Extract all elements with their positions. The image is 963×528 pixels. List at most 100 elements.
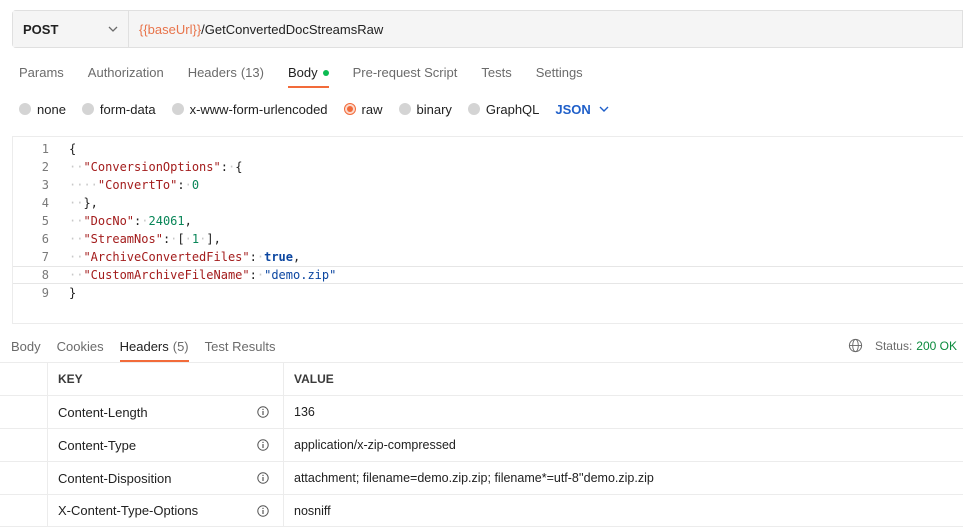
json-key: "CustomArchiveFileName" xyxy=(83,268,250,282)
chevron-down-icon xyxy=(599,104,609,114)
table-row: X-Content-Type-Options nosniff xyxy=(0,494,963,527)
header-key: Content-Type xyxy=(47,429,284,461)
info-icon[interactable] xyxy=(257,472,269,484)
globe-icon[interactable] xyxy=(848,338,863,353)
radio-none[interactable]: none xyxy=(19,102,66,117)
response-bar: Body Cookies Headers (5) Test Results Sta… xyxy=(0,334,963,362)
table-row: Content-Disposition attachment; filename… xyxy=(0,461,963,494)
table-row: Content-Type application/x-zip-compresse… xyxy=(0,428,963,461)
language-label: JSON xyxy=(555,101,591,117)
header-key: X-Content-Type-Options xyxy=(47,495,284,526)
tab-test-results[interactable]: Test Results xyxy=(205,334,276,362)
radio-icon xyxy=(171,103,184,115)
table-row: Content-Length 136 xyxy=(0,395,963,428)
method-select[interactable]: POST xyxy=(13,11,129,47)
line-number: 1 xyxy=(41,142,49,156)
header-value: nosniff xyxy=(294,503,331,518)
tab-label: Tests xyxy=(481,65,512,80)
radio-icon xyxy=(467,103,480,115)
radio-graphql[interactable]: GraphQL xyxy=(467,101,540,117)
info-icon[interactable] xyxy=(257,439,269,451)
line-number: 2 xyxy=(41,160,49,174)
tab-label: Headers xyxy=(187,65,237,80)
tab-label: Settings xyxy=(535,65,583,80)
line-number: 4 xyxy=(41,196,49,210)
status-label: Status: xyxy=(874,338,913,353)
tab-params[interactable]: Params xyxy=(19,60,64,88)
radio-label: GraphQL xyxy=(485,101,540,117)
column-header-key: KEY xyxy=(47,363,284,395)
radio-label: binary xyxy=(416,101,452,117)
radio-icon xyxy=(398,103,411,115)
code-line: 2 ··"ConversionOptions":·{ xyxy=(13,158,963,176)
response-tabs: Body Cookies Headers (5) Test Results xyxy=(11,334,291,362)
code-line: 5 ··"DocNo":·24061, xyxy=(13,212,963,230)
radio-raw[interactable]: raw xyxy=(343,101,383,117)
json-key: "DocNo" xyxy=(83,214,135,228)
code-line: 7 ··"ArchiveConvertedFiles":·true, xyxy=(13,248,963,266)
modified-dot-icon xyxy=(322,70,329,76)
line-number: 9 xyxy=(41,286,49,300)
tab-authorization[interactable]: Authorization xyxy=(88,60,164,88)
tab-response-body[interactable]: Body xyxy=(11,334,41,362)
tab-label: Authorization xyxy=(87,65,164,80)
body-type-selector: none form-data x-www-form-urlencoded raw… xyxy=(19,100,609,118)
url-variable: {{baseUrl}} xyxy=(139,21,202,37)
request-url-bar: POST {{baseUrl}}/GetConvertedDocStreamsR… xyxy=(12,10,963,48)
line-number: 3 xyxy=(41,178,49,192)
body-code-editor[interactable]: 1 { 2 ··"ConversionOptions":·{ 3 ····"Co… xyxy=(12,136,963,324)
radio-icon xyxy=(81,103,94,115)
info-icon[interactable] xyxy=(257,505,269,517)
json-key: "StreamNos" xyxy=(83,232,163,246)
radio-label: x-www-form-urlencoded xyxy=(189,101,328,117)
header-value: attachment; filename=demo.zip.zip; filen… xyxy=(294,471,654,485)
tab-label: Headers xyxy=(119,339,169,354)
code-brace: { xyxy=(69,142,77,156)
tab-label: Test Results xyxy=(204,339,276,354)
line-number: 7 xyxy=(41,250,49,264)
table-header-row: KEY VALUE xyxy=(0,362,963,395)
header-key: Content-Disposition xyxy=(47,462,284,494)
chevron-down-icon xyxy=(108,24,118,34)
radio-form-data[interactable]: form-data xyxy=(81,102,156,117)
tab-count: (13) xyxy=(240,65,264,80)
tab-tests[interactable]: Tests xyxy=(481,60,511,88)
tab-label: Body xyxy=(287,65,318,80)
status-value: 200 OK xyxy=(916,338,957,353)
header-key: Content-Length xyxy=(47,396,284,428)
tab-settings[interactable]: Settings xyxy=(536,60,583,88)
radio-binary[interactable]: binary xyxy=(398,101,452,117)
json-key: "ConversionOptions" xyxy=(83,160,221,174)
tab-headers[interactable]: Headers (13) xyxy=(188,60,264,88)
tab-pre-request-script[interactable]: Pre-request Script xyxy=(353,60,458,88)
radio-x-www-form-urlencoded[interactable]: x-www-form-urlencoded xyxy=(171,101,328,117)
tab-count: (5) xyxy=(172,339,189,354)
json-boolean: true xyxy=(264,250,293,264)
header-value: 136 xyxy=(294,405,315,419)
tab-response-headers[interactable]: Headers (5) xyxy=(119,334,189,362)
tab-label: Params xyxy=(19,65,64,80)
code-line: 3 ····"ConvertTo":·0 xyxy=(13,176,963,194)
code-brace: } xyxy=(69,286,77,300)
json-key: "ConvertTo" xyxy=(97,178,178,192)
tab-body[interactable]: Body xyxy=(287,60,329,88)
radio-label: none xyxy=(37,101,66,117)
code-line: 6 ··"StreamNos":·[·1·], xyxy=(13,230,963,248)
code-line: 4 ··}, xyxy=(13,194,963,212)
response-status: Status: 200 OK xyxy=(848,338,957,353)
request-tabs: Params Authorization Headers (13) Body Pr… xyxy=(19,60,607,88)
url-path: /GetConvertedDocStreamsRaw xyxy=(201,21,384,37)
radio-label: raw xyxy=(361,101,383,117)
info-icon[interactable] xyxy=(257,406,269,418)
line-number: 5 xyxy=(41,214,49,228)
line-number: 8 xyxy=(41,268,49,282)
radio-checked-icon xyxy=(343,103,356,115)
header-value: application/x-zip-compressed xyxy=(294,438,456,452)
url-input[interactable]: {{baseUrl}}/GetConvertedDocStreamsRaw xyxy=(129,11,962,47)
tab-label: Cookies xyxy=(56,339,104,354)
json-string: "demo.zip" xyxy=(264,268,337,282)
tab-label: Pre-request Script xyxy=(352,65,458,80)
column-header-value: VALUE xyxy=(294,372,334,386)
language-select[interactable]: JSON xyxy=(555,101,609,117)
tab-cookies[interactable]: Cookies xyxy=(57,334,104,362)
